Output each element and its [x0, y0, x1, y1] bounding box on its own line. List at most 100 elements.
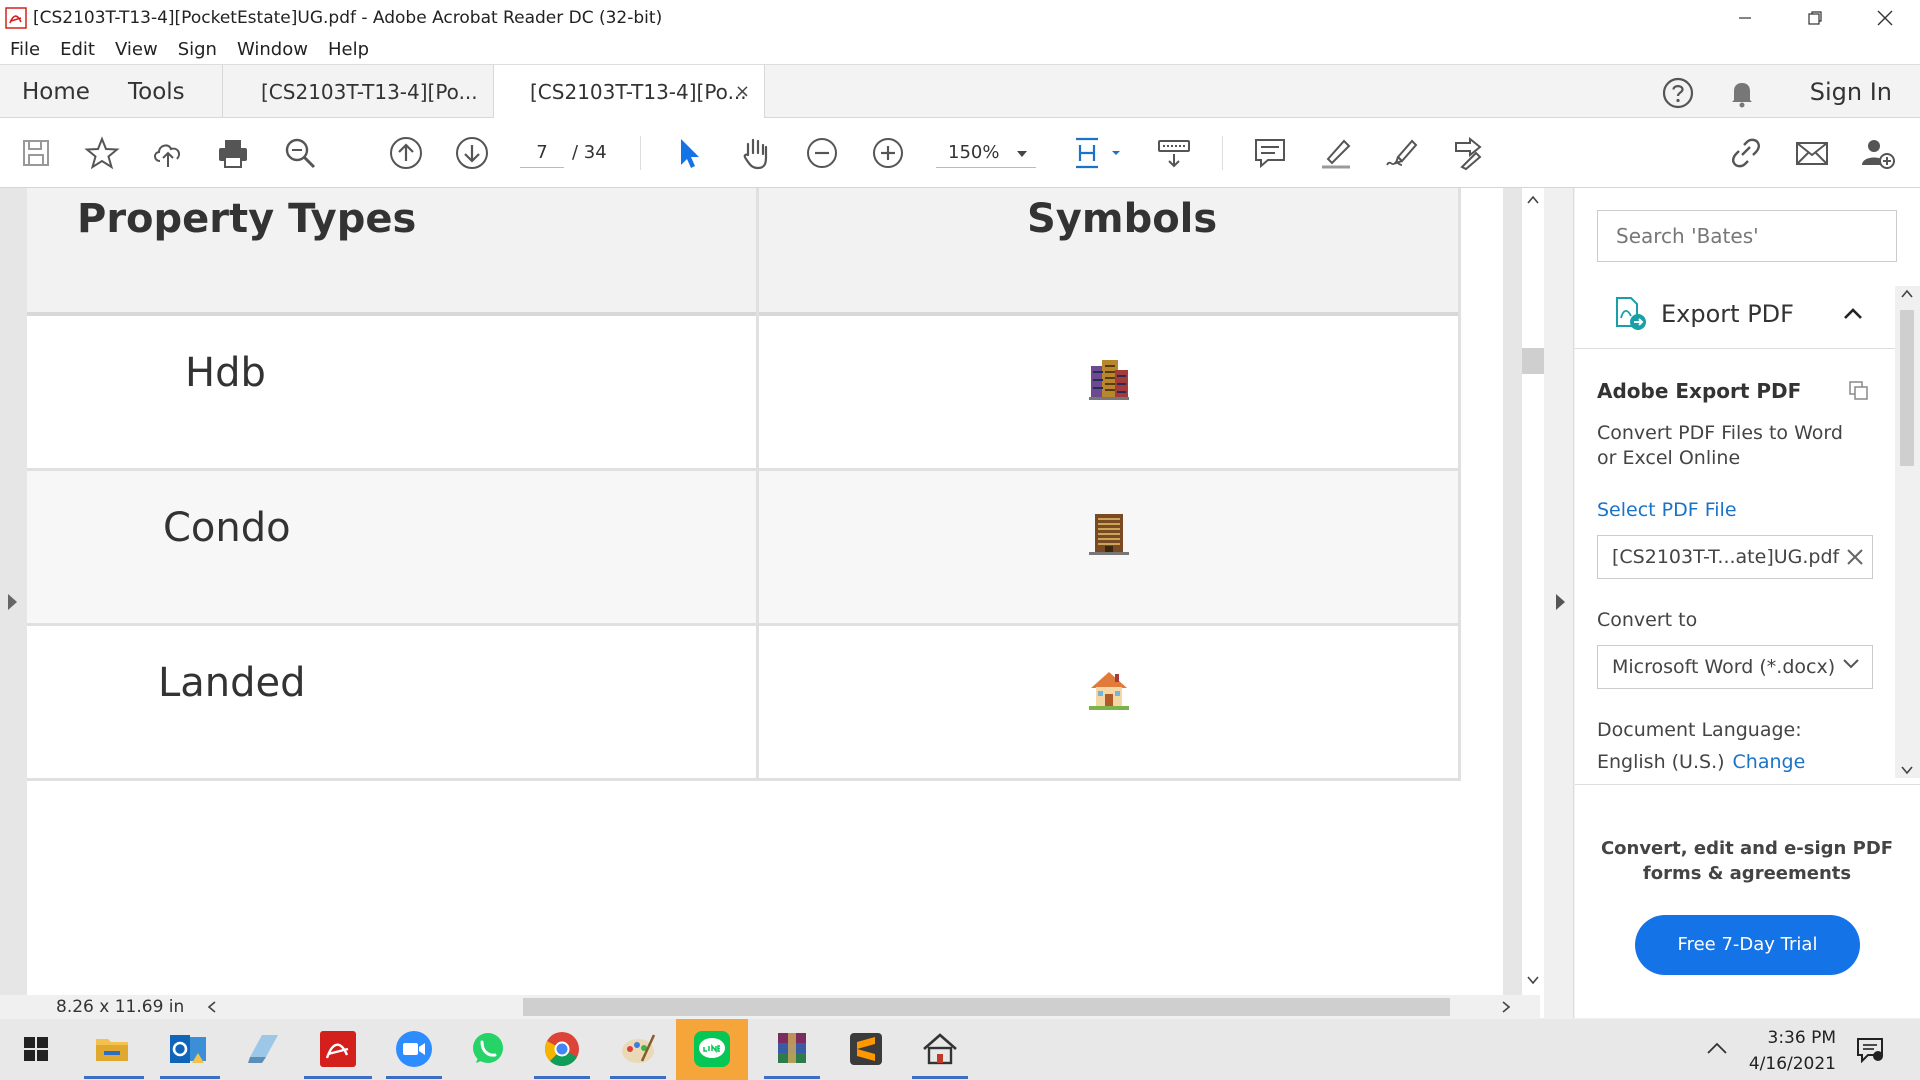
share-link-button[interactable]	[1728, 135, 1764, 171]
sign-document-button[interactable]	[1384, 135, 1420, 171]
right-panel-scrollbar[interactable]	[1895, 286, 1920, 778]
star-icon	[84, 136, 120, 170]
upload-cloud-button[interactable]	[150, 135, 186, 171]
restore-button[interactable]	[1780, 0, 1850, 35]
menu-help[interactable]: Help	[328, 39, 369, 60]
export-pdf-header[interactable]: Export PDF	[1575, 286, 1895, 342]
save-button[interactable]	[18, 135, 54, 171]
scroll-down-icon[interactable]	[1527, 976, 1539, 984]
outlook-icon[interactable]	[166, 1027, 210, 1071]
scroll-up-icon[interactable]	[1527, 196, 1539, 204]
comment-icon	[1255, 139, 1285, 169]
highlight-button[interactable]	[1318, 135, 1354, 171]
show-hidden-icons-chevron-icon[interactable]	[1706, 1041, 1728, 1055]
email-button[interactable]	[1794, 135, 1830, 171]
file-explorer-icon[interactable]	[90, 1027, 134, 1071]
scroll-right-icon[interactable]	[1502, 1001, 1510, 1013]
page-number-input[interactable]: 7	[520, 138, 564, 168]
fill-sign-button[interactable]	[1450, 135, 1486, 171]
line-app-highlight[interactable]	[676, 1019, 748, 1080]
menu-window[interactable]: Window	[237, 39, 308, 60]
document-viewport[interactable]: Property Types Symbols Hdb Condo Landed	[0, 188, 1522, 1018]
add-user-button[interactable]	[1860, 135, 1896, 171]
tools-search-input[interactable]: Search 'Bates'	[1597, 210, 1897, 262]
selected-file-field[interactable]: [CS2103T-T...ate]UG.pdf	[1597, 535, 1873, 579]
pocket-estate-app-icon[interactable]	[918, 1027, 962, 1071]
notification-bell-icon[interactable]	[1726, 77, 1758, 109]
tab-document-2-label: [CS2103T-T13-4][Po...	[530, 80, 747, 104]
table-header-row: Property Types Symbols	[27, 188, 1461, 316]
vertical-scroll-thumb[interactable]	[1522, 348, 1544, 374]
line-app-icon	[694, 1031, 730, 1067]
winrar-icon[interactable]	[770, 1027, 814, 1071]
menu-view[interactable]: View	[115, 39, 158, 60]
print-button[interactable]	[215, 135, 251, 171]
select-tool-button[interactable]	[672, 135, 708, 171]
menu-sign[interactable]: Sign	[178, 39, 217, 60]
scroll-left-icon[interactable]	[208, 1001, 216, 1013]
comment-button[interactable]	[1252, 135, 1288, 171]
right-panel-scroll-thumb[interactable]	[1900, 310, 1914, 466]
close-window-button[interactable]	[1850, 0, 1920, 35]
hand-tool-button[interactable]	[738, 135, 774, 171]
help-icon[interactable]	[1662, 77, 1694, 109]
chevron-up-icon[interactable]	[1843, 306, 1863, 320]
envelope-icon	[1796, 142, 1828, 165]
zoom-level-dropdown[interactable]: 150%	[936, 138, 1036, 168]
tab-home[interactable]: Home	[22, 65, 90, 119]
document-vertical-scrollbar[interactable]	[1522, 188, 1544, 1018]
right-panel-toggle[interactable]	[1548, 188, 1574, 1018]
tab-tools[interactable]: Tools	[128, 65, 185, 119]
scroll-down-icon[interactable]	[1901, 766, 1913, 774]
zoom-out-button[interactable]	[804, 135, 840, 171]
left-panel-toggle-icon[interactable]	[8, 594, 17, 610]
export-description: Convert PDF Files to Word or Excel Onlin…	[1597, 422, 1843, 469]
sign-in-button[interactable]: Sign In	[1810, 65, 1892, 119]
taskbar-active-indicator	[84, 1076, 144, 1079]
action-center-icon[interactable]	[1856, 1037, 1884, 1063]
convert-format-select[interactable]: Microsoft Word (*.docx)	[1597, 645, 1873, 689]
tab-document-2[interactable]: [CS2103T-T13-4][Po... ×	[493, 65, 765, 120]
change-language-link[interactable]: Change	[1733, 751, 1806, 773]
scroll-mode-button[interactable]	[1156, 135, 1192, 171]
document-language-value: English (U.S.)	[1597, 751, 1725, 773]
horizontal-scroll-thumb[interactable]	[523, 998, 1450, 1016]
whatsapp-icon[interactable]	[466, 1027, 510, 1071]
paint-app-icon[interactable]	[616, 1027, 660, 1071]
chevron-down-icon	[1017, 151, 1027, 157]
minimize-icon	[1739, 16, 1751, 19]
scroll-up-icon[interactable]	[1901, 290, 1913, 298]
minimize-button[interactable]	[1710, 0, 1780, 35]
acrobat-reader-icon[interactable]	[316, 1027, 360, 1071]
taskbar-active-indicator	[304, 1076, 372, 1079]
select-pdf-file-link[interactable]: Select PDF File	[1597, 499, 1737, 521]
copy-pages-icon[interactable]	[1847, 379, 1871, 403]
windows-start-icon[interactable]	[14, 1027, 58, 1071]
bookmark-star-button[interactable]	[84, 135, 120, 171]
zoom-app-icon[interactable]	[392, 1027, 436, 1071]
toolbar: 7 / 34 150%	[0, 118, 1920, 188]
tab-divider	[222, 65, 223, 119]
menu-file[interactable]: File	[10, 39, 40, 60]
fit-page-icon	[1076, 137, 1120, 169]
menu-edit[interactable]: Edit	[60, 39, 95, 60]
system-clock[interactable]: 3:36 PM 4/16/2021	[1749, 1025, 1836, 1077]
chrome-icon[interactable]	[540, 1027, 584, 1071]
next-page-button[interactable]	[454, 135, 490, 171]
free-trial-button[interactable]: Free 7-Day Trial	[1635, 915, 1860, 975]
zoom-level-value: 150%	[948, 142, 1000, 163]
convert-format-value: Microsoft Word (*.docx)	[1612, 656, 1836, 678]
taskbar-active-indicator	[912, 1076, 968, 1079]
zoom-in-button[interactable]	[870, 135, 906, 171]
fit-page-button[interactable]	[1072, 135, 1126, 171]
tab-document-1[interactable]: [CS2103T-T13-4][Po...	[225, 65, 493, 119]
tab-close-button[interactable]: ×	[735, 65, 750, 119]
find-zoom-button[interactable]	[282, 135, 318, 171]
previous-page-button[interactable]	[388, 135, 424, 171]
sublime-text-icon[interactable]	[844, 1027, 888, 1071]
document-horizontal-scrollbar[interactable]: 8.26 x 11.69 in	[0, 995, 1540, 1019]
notes-app-icon[interactable]	[242, 1027, 286, 1071]
expand-right-arrow-icon[interactable]	[1556, 594, 1565, 610]
clock-date: 4/16/2021	[1748, 1054, 1836, 1074]
clear-file-icon[interactable]	[1846, 548, 1864, 566]
